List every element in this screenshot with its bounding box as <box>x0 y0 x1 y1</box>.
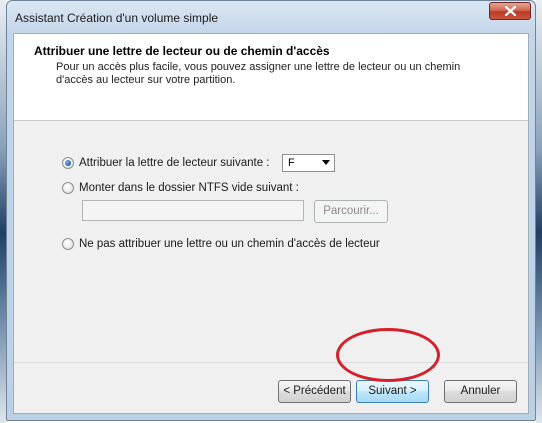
close-button[interactable] <box>489 2 531 20</box>
folder-path-input[interactable] <box>82 200 304 221</box>
wizard-content: Attribuer une lettre de lecteur ou de ch… <box>13 33 529 414</box>
drive-letter-dropdown[interactable]: F <box>282 154 335 172</box>
wizard-header: Attribuer une lettre de lecteur ou de ch… <box>14 34 528 121</box>
assign-letter-label[interactable]: Attribuer la lettre de lecteur suivante … <box>79 157 270 169</box>
page-description: Pour un accès plus facile, vous pouvez a… <box>56 61 461 86</box>
close-icon <box>505 6 516 16</box>
footer-divider <box>14 362 528 363</box>
no-letter-radio[interactable] <box>62 238 74 250</box>
mount-folder-option[interactable]: Monter dans le dossier NTFS vide suivant… <box>62 180 299 196</box>
next-button[interactable]: Suivant > <box>356 380 429 403</box>
cancel-button[interactable]: Annuler <box>444 380 517 403</box>
browse-button[interactable]: Parcourir... <box>314 200 388 223</box>
mount-folder-radio[interactable] <box>62 182 74 194</box>
no-letter-label[interactable]: Ne pas attribuer une lettre ou un chemin… <box>79 238 380 250</box>
assign-letter-option[interactable]: Attribuer la lettre de lecteur suivante … <box>62 155 270 171</box>
no-letter-option[interactable]: Ne pas attribuer une lettre ou un chemin… <box>62 236 380 252</box>
assign-letter-radio[interactable] <box>62 157 74 169</box>
back-button[interactable]: < Précédent <box>278 380 351 403</box>
page-title: Attribuer une lettre de lecteur ou de ch… <box>34 44 330 58</box>
desktop-background-right <box>536 0 542 423</box>
wizard-window: Assistant Création d'un volume simple At… <box>6 0 536 421</box>
title-bar[interactable]: Assistant Création d'un volume simple <box>7 1 535 33</box>
mount-folder-label[interactable]: Monter dans le dossier NTFS vide suivant… <box>79 182 299 194</box>
window-title: Assistant Création d'un volume simple <box>15 11 219 25</box>
drive-letter-value: F <box>288 157 295 169</box>
chevron-down-icon <box>322 160 330 165</box>
